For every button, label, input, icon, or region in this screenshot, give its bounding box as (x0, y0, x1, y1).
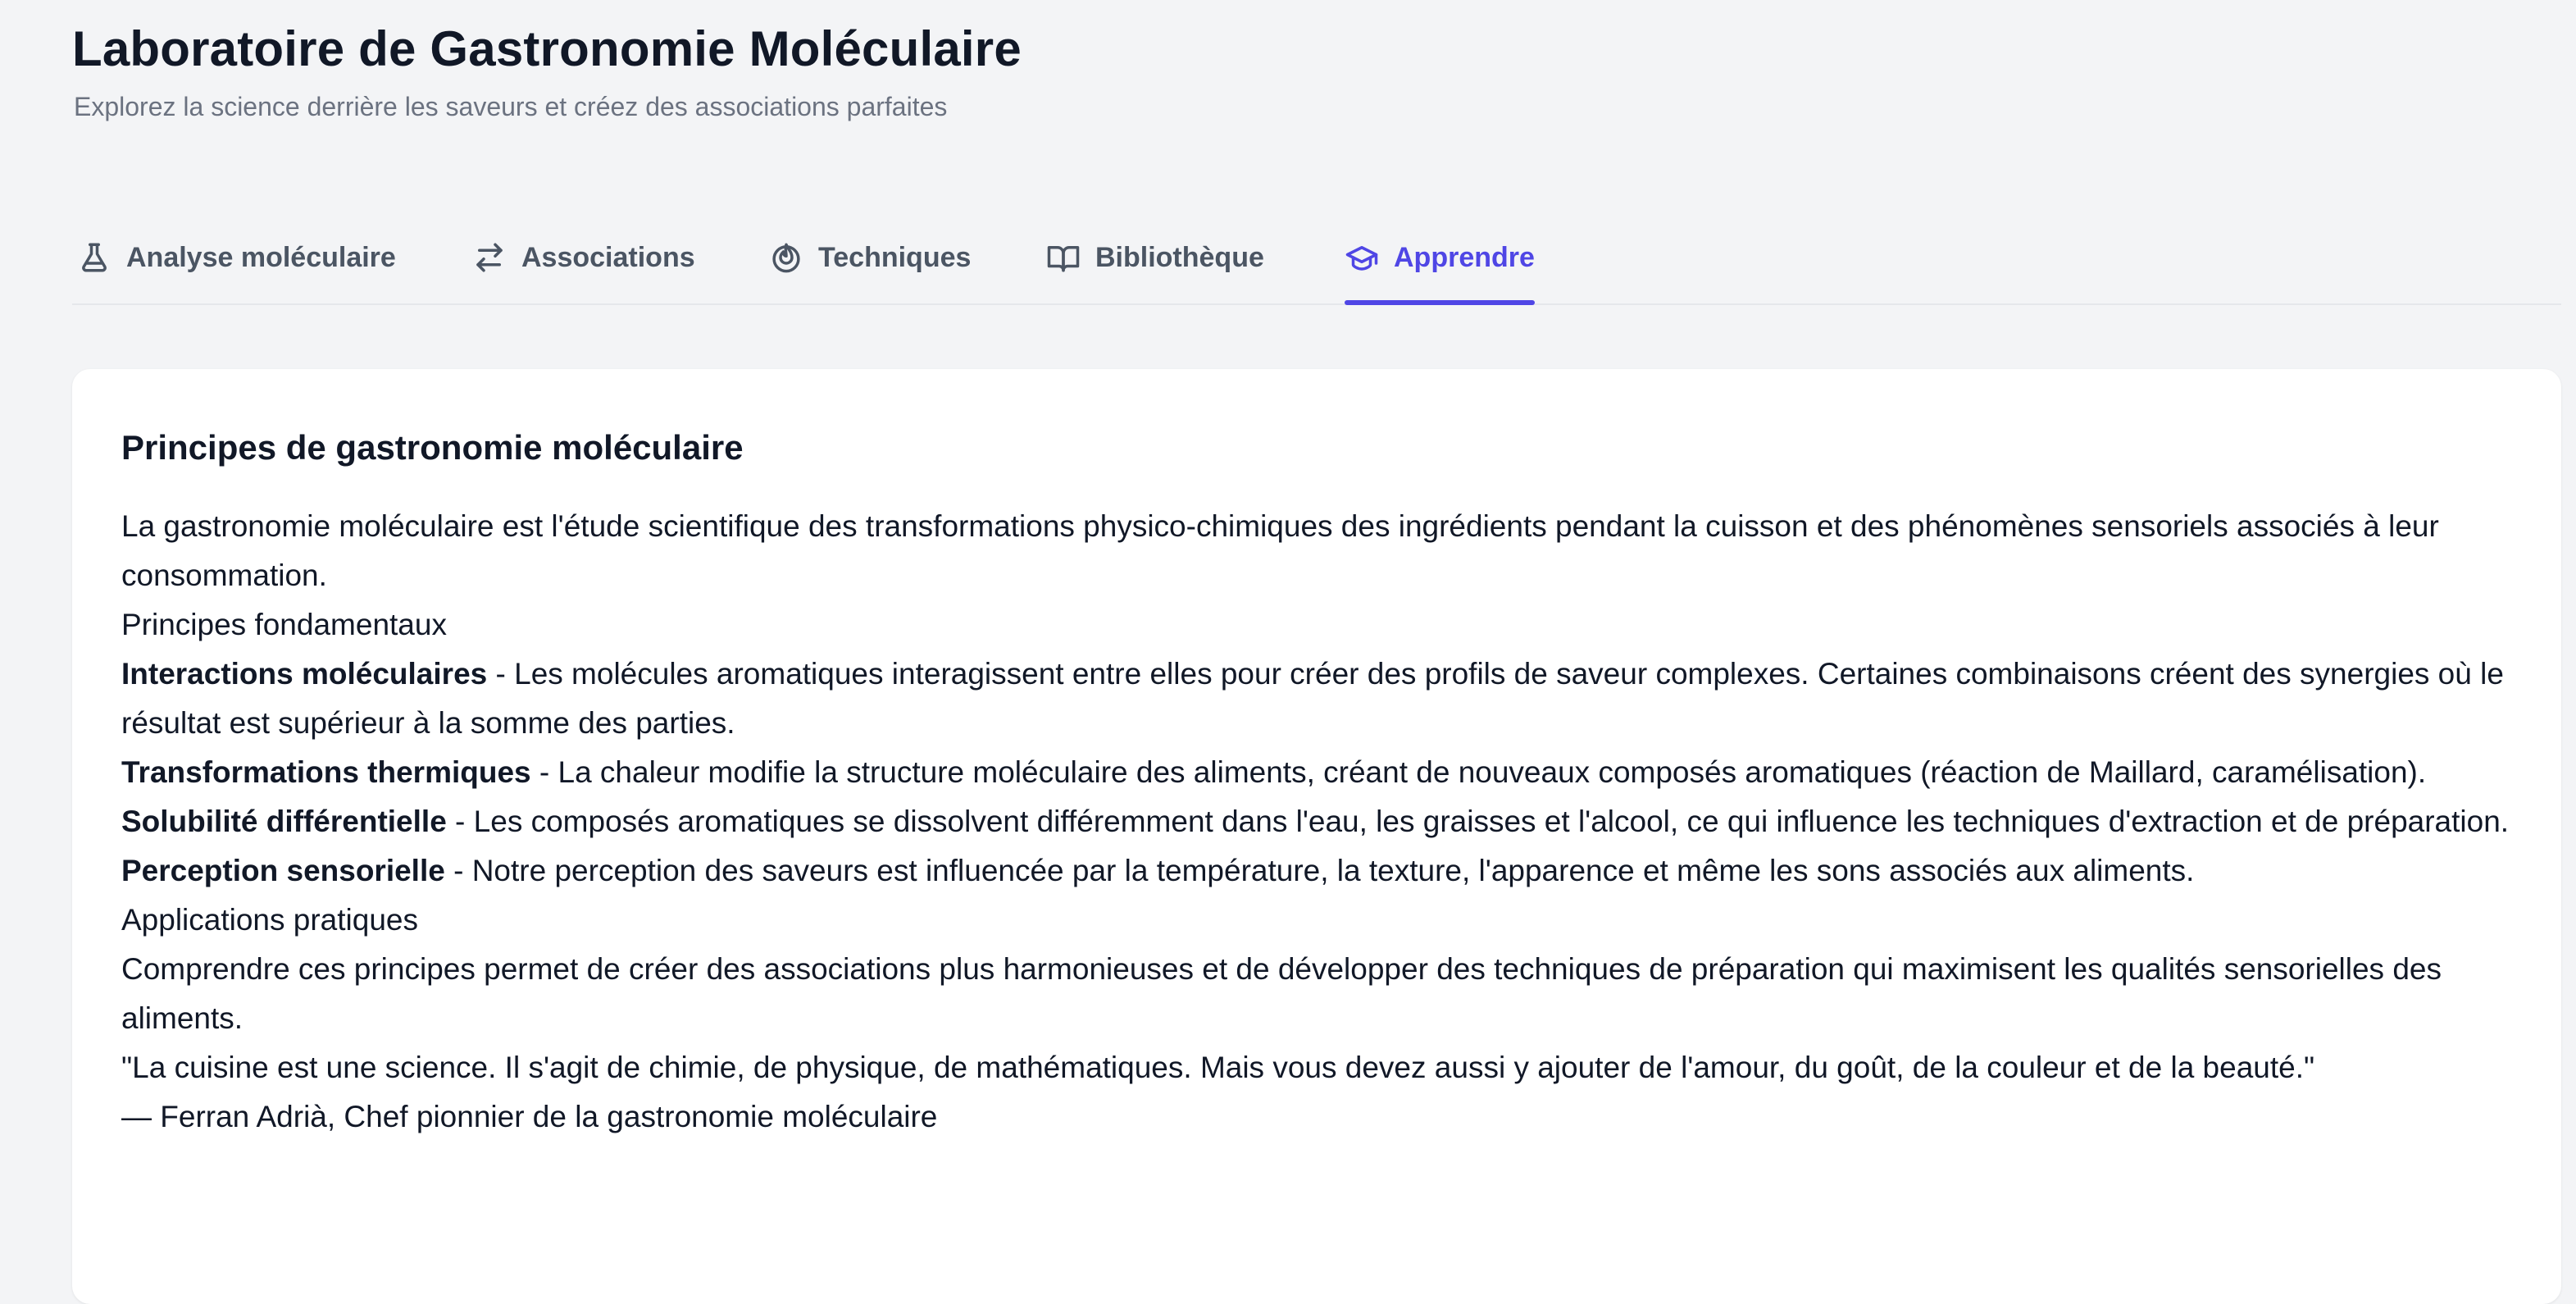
principle-item: Interactions moléculaires - Les molécule… (121, 650, 2515, 748)
page-subtitle: Explorez la science derrière les saveurs… (74, 92, 948, 121)
principle-description: - Les composés aromatiques se dissolvent… (446, 805, 2510, 838)
quote: "La cuisine est une science. Il s'agit d… (121, 1051, 2315, 1084)
intro-paragraph: La gastronomie moléculaire est l'étude s… (121, 509, 2439, 592)
tab-techniques[interactable]: Techniques (769, 212, 971, 303)
applications-heading: Applications pratiques (121, 903, 418, 937)
card-title: Principes de gastronomie moléculaire (121, 428, 744, 467)
applications-paragraph: Comprendre ces principes permet de créer… (121, 952, 2442, 1035)
app-container: Laboratoire de Gastronomie Moléculaire E… (72, 0, 2561, 1304)
flame-icon (769, 240, 803, 275)
principle-item: Transformations thermiques - La chaleur … (121, 748, 2515, 797)
principle-item: Perception sensorielle - Notre perceptio… (121, 846, 2515, 896)
principle-item: Solubilité différentielle - Les composés… (121, 797, 2515, 846)
tab-label: Bibliothèque (1095, 241, 1264, 273)
page-header: Laboratoire de Gastronomie Moléculaire E… (72, 16, 2561, 123)
arrows-swap-icon (472, 240, 507, 275)
tab-apprendre[interactable]: Apprendre (1345, 212, 1535, 305)
learn-card: Principes de gastronomie moléculaire La … (72, 369, 2561, 1304)
tab-label: Techniques (818, 241, 972, 273)
principle-term: Solubilité différentielle (121, 805, 447, 838)
tab-bibliotheque[interactable]: Bibliothèque (1046, 212, 1264, 303)
tab-bar: Analyse moléculaire Associations Techniq… (72, 212, 2561, 305)
principle-term: Interactions moléculaires (121, 657, 488, 691)
tab-analyse-moleculaire[interactable]: Analyse moléculaire (77, 212, 396, 303)
principle-term: Perception sensorielle (121, 854, 445, 887)
principle-description: - Notre perception des saveurs est influ… (444, 854, 2195, 887)
principle-term: Transformations thermiques (121, 755, 531, 789)
tab-label: Associations (521, 241, 695, 273)
learn-content: La gastronomie moléculaire est l'étude s… (121, 502, 2515, 1142)
graduation-cap-icon (1345, 240, 1379, 275)
tab-label: Apprendre (1394, 241, 1535, 273)
book-icon (1046, 240, 1081, 275)
flask-icon (77, 240, 112, 275)
page-title: Laboratoire de Gastronomie Moléculaire (72, 21, 1022, 76)
quote-author: — Ferran Adrià, Chef pionnier de la gast… (121, 1100, 938, 1133)
tab-label: Analyse moléculaire (126, 241, 396, 273)
principle-description: - La chaleur modifie la structure molécu… (530, 755, 2427, 789)
fundamentals-heading: Principes fondamentaux (121, 608, 447, 641)
tab-associations[interactable]: Associations (472, 212, 695, 303)
